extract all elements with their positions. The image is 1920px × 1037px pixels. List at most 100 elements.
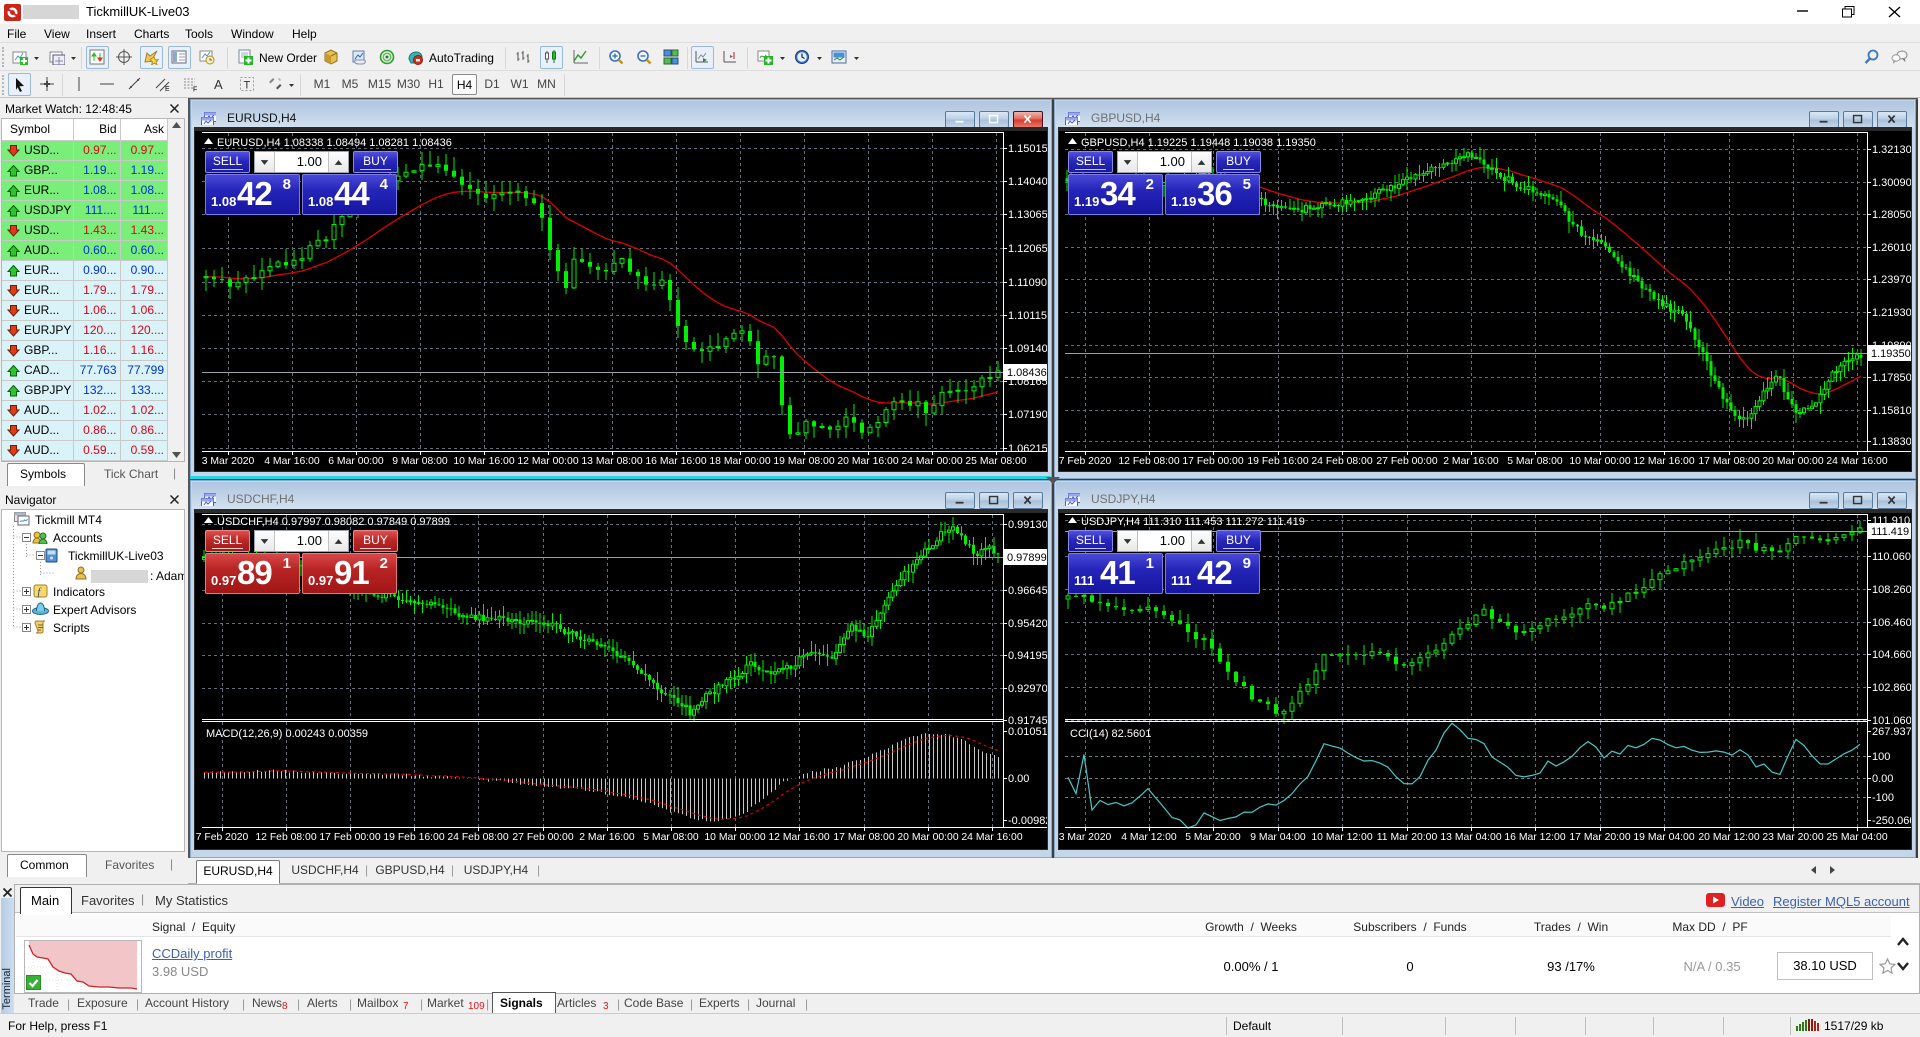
svg-text:1.23970: 1.23970 bbox=[1872, 274, 1911, 286]
svg-text:USDCHF,H4 0.97997 0.98082 0.9: USDCHF,H4 0.97997 0.98082 0.97849 0.9789… bbox=[217, 516, 450, 528]
svg-text:10 Mar 12:00: 10 Mar 12:00 bbox=[1311, 832, 1372, 843]
svg-text:16 Mar 16:00: 16 Mar 16:00 bbox=[645, 456, 706, 467]
svg-text:19 Mar 08:00: 19 Mar 08:00 bbox=[773, 456, 834, 467]
svg-text:1.32130: 1.32130 bbox=[1872, 144, 1911, 156]
svg-text:9 Mar 08:00: 9 Mar 08:00 bbox=[392, 456, 448, 467]
svg-text:12 Feb 08:00: 12 Feb 08:00 bbox=[255, 832, 316, 843]
svg-text:10 Mar 00:00: 10 Mar 00:00 bbox=[1569, 456, 1630, 467]
svg-text:3 Mar 2020: 3 Mar 2020 bbox=[1059, 832, 1112, 843]
svg-text:EURUSD,H4 1.08338 1.08494 1.0: EURUSD,H4 1.08338 1.08494 1.08281 1.0843… bbox=[217, 137, 452, 149]
svg-text:12 Mar 16:00: 12 Mar 16:00 bbox=[768, 832, 829, 843]
svg-text:19 Mar 04:00: 19 Mar 04:00 bbox=[1633, 832, 1694, 843]
svg-text:0.00: 0.00 bbox=[1872, 773, 1893, 785]
svg-text:1.30090: 1.30090 bbox=[1872, 177, 1911, 189]
svg-text:18 Mar 00:00: 18 Mar 00:00 bbox=[709, 456, 770, 467]
svg-text:1.26010: 1.26010 bbox=[1872, 242, 1911, 254]
svg-text:-0.00982: -0.00982 bbox=[1008, 815, 1047, 827]
svg-text:110.060: 110.060 bbox=[1872, 551, 1911, 563]
svg-text:27 Feb 00:00: 27 Feb 00:00 bbox=[1376, 456, 1437, 467]
svg-text:1.07190: 1.07190 bbox=[1008, 409, 1047, 421]
svg-text:1.21930: 1.21930 bbox=[1872, 307, 1911, 319]
svg-text:1.19350: 1.19350 bbox=[1871, 348, 1911, 360]
svg-text:19 Feb 16:00: 19 Feb 16:00 bbox=[1247, 456, 1308, 467]
svg-text:5 Mar 20:00: 5 Mar 20:00 bbox=[1185, 832, 1241, 843]
svg-text:1.12065: 1.12065 bbox=[1008, 243, 1047, 255]
svg-text:24 Feb 08:00: 24 Feb 08:00 bbox=[447, 832, 508, 843]
svg-text:11 Mar 20:00: 11 Mar 20:00 bbox=[1377, 832, 1438, 843]
svg-text:267.9371: 267.9371 bbox=[1872, 726, 1911, 738]
svg-text:100: 100 bbox=[1872, 751, 1890, 763]
svg-text:3 Mar 2020: 3 Mar 2020 bbox=[202, 456, 255, 467]
svg-text:2 Mar 16:00: 2 Mar 16:00 bbox=[1443, 456, 1499, 467]
svg-text:102.860: 102.860 bbox=[1872, 682, 1911, 694]
svg-text:1.28050: 1.28050 bbox=[1872, 209, 1911, 221]
svg-text:0.94195: 0.94195 bbox=[1008, 650, 1047, 662]
svg-text:7 Feb 2020: 7 Feb 2020 bbox=[196, 832, 249, 843]
svg-text:USDJPY,H4 111.310 111.453 111: USDJPY,H4 111.310 111.453 111.272 111.41… bbox=[1081, 516, 1305, 528]
svg-text:106.460: 106.460 bbox=[1872, 617, 1911, 629]
svg-text:F: F bbox=[193, 87, 197, 93]
svg-text:25 Mar 08:00: 25 Mar 08:00 bbox=[965, 456, 1026, 467]
svg-text:E: E bbox=[165, 86, 170, 92]
svg-text:2 Mar 16:00: 2 Mar 16:00 bbox=[579, 832, 635, 843]
svg-text:0.92970: 0.92970 bbox=[1008, 683, 1047, 695]
svg-text:4 Mar 16:00: 4 Mar 16:00 bbox=[264, 456, 320, 467]
svg-text:6 Mar 00:00: 6 Mar 00:00 bbox=[328, 456, 384, 467]
svg-text:1.11090: 1.11090 bbox=[1008, 277, 1047, 289]
svg-text:1.15810: 1.15810 bbox=[1872, 405, 1911, 417]
svg-text:19 Feb 16:00: 19 Feb 16:00 bbox=[383, 832, 444, 843]
svg-text:4 Mar 12:00: 4 Mar 12:00 bbox=[1121, 832, 1177, 843]
svg-text:1.13065: 1.13065 bbox=[1008, 209, 1047, 221]
svg-text:5 Mar 08:00: 5 Mar 08:00 bbox=[643, 832, 699, 843]
svg-text:1.09140: 1.09140 bbox=[1008, 343, 1047, 355]
svg-text:104.660: 104.660 bbox=[1872, 649, 1911, 661]
svg-text:7 Feb 2020: 7 Feb 2020 bbox=[1059, 456, 1112, 467]
svg-text:20 Mar 16:00: 20 Mar 16:00 bbox=[837, 456, 898, 467]
svg-text:0.00: 0.00 bbox=[1008, 773, 1029, 785]
svg-text:20 Mar 00:00: 20 Mar 00:00 bbox=[897, 832, 958, 843]
svg-text:27 Feb 00:00: 27 Feb 00:00 bbox=[512, 832, 573, 843]
svg-text:5 Mar 08:00: 5 Mar 08:00 bbox=[1507, 456, 1563, 467]
svg-text:24 Mar 00:00: 24 Mar 00:00 bbox=[901, 456, 962, 467]
svg-text:12 Feb 08:00: 12 Feb 08:00 bbox=[1118, 456, 1179, 467]
svg-text:24 Mar 16:00: 24 Mar 16:00 bbox=[961, 832, 1022, 843]
svg-text:12 Mar 16:00: 12 Mar 16:00 bbox=[1633, 456, 1694, 467]
svg-text:12 Mar 00:00: 12 Mar 00:00 bbox=[517, 456, 578, 467]
svg-text:-100: -100 bbox=[1872, 792, 1894, 804]
svg-text:0.95420: 0.95420 bbox=[1008, 618, 1047, 630]
svg-text:MACD(12,26,9) 0.00243 0.00359: MACD(12,26,9) 0.00243 0.00359 bbox=[206, 728, 368, 740]
svg-text:13 Mar 04:00: 13 Mar 04:00 bbox=[1440, 832, 1501, 843]
svg-text:1.17850: 1.17850 bbox=[1872, 372, 1911, 384]
svg-text:108.260: 108.260 bbox=[1872, 584, 1911, 596]
svg-text:GBPUSD,H4 1.19225 1.19448 1.1: GBPUSD,H4 1.19225 1.19448 1.19038 1.1935… bbox=[1081, 137, 1316, 149]
svg-text:1.10115: 1.10115 bbox=[1008, 310, 1047, 322]
svg-text:1.08436: 1.08436 bbox=[1007, 367, 1047, 379]
svg-text:23 Mar 20:00: 23 Mar 20:00 bbox=[1762, 832, 1823, 843]
svg-text:10 Mar 16:00: 10 Mar 16:00 bbox=[453, 456, 514, 467]
svg-text:24 Feb 08:00: 24 Feb 08:00 bbox=[1311, 456, 1372, 467]
svg-text:20 Mar 12:00: 20 Mar 12:00 bbox=[1698, 832, 1759, 843]
svg-text:1.15015: 1.15015 bbox=[1008, 143, 1047, 155]
svg-text:0.96645: 0.96645 bbox=[1008, 585, 1047, 597]
svg-text:1.14040: 1.14040 bbox=[1008, 176, 1047, 188]
svg-text:25 Mar 04:00: 25 Mar 04:00 bbox=[1826, 832, 1887, 843]
svg-text:T: T bbox=[244, 80, 251, 92]
svg-text:A: A bbox=[214, 77, 223, 92]
svg-text:1.06215: 1.06215 bbox=[1008, 443, 1047, 455]
svg-text:17 Mar 20:00: 17 Mar 20:00 bbox=[1569, 832, 1630, 843]
svg-text:-250.066: -250.066 bbox=[1872, 815, 1911, 827]
svg-text:17 Mar 08:00: 17 Mar 08:00 bbox=[1698, 456, 1759, 467]
svg-text:24 Mar 16:00: 24 Mar 16:00 bbox=[1826, 456, 1887, 467]
svg-text:17 Mar 08:00: 17 Mar 08:00 bbox=[833, 832, 894, 843]
svg-text:17 Feb 00:00: 17 Feb 00:00 bbox=[1182, 456, 1243, 467]
svg-text:0.97899: 0.97899 bbox=[1007, 552, 1047, 564]
svg-text:CCI(14) 82.5601: CCI(14) 82.5601 bbox=[1070, 728, 1151, 740]
svg-text:13 Mar 08:00: 13 Mar 08:00 bbox=[581, 456, 642, 467]
svg-text:20 Mar 00:00: 20 Mar 00:00 bbox=[1762, 456, 1823, 467]
svg-text:0.99130: 0.99130 bbox=[1008, 519, 1047, 531]
svg-text:17 Feb 00:00: 17 Feb 00:00 bbox=[319, 832, 380, 843]
svg-text:0.01051: 0.01051 bbox=[1008, 726, 1047, 738]
svg-text:16 Mar 12:00: 16 Mar 12:00 bbox=[1504, 832, 1565, 843]
svg-text:1.13830: 1.13830 bbox=[1872, 436, 1911, 448]
svg-text:10 Mar 00:00: 10 Mar 00:00 bbox=[704, 832, 765, 843]
